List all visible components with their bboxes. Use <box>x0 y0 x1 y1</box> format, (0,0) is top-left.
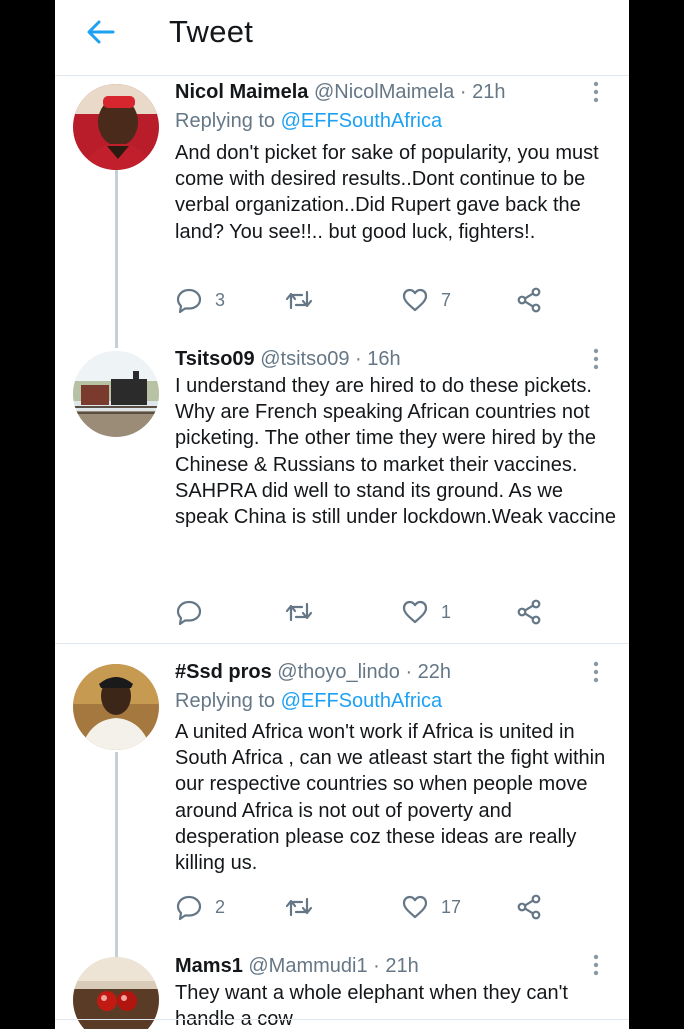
replying-to: Replying to @EFFSouthAfrica <box>175 107 442 135</box>
heart-icon <box>402 288 428 312</box>
reply-button[interactable]: 2 <box>175 892 225 922</box>
retweet-button[interactable] <box>285 597 325 627</box>
like-button[interactable]: 1 <box>401 597 451 627</box>
timestamp[interactable]: 22h <box>418 661 451 683</box>
tweet-header: #Ssd pros @thoyo_lindo · 22h <box>175 658 451 686</box>
tweet-text: And don't picket for sake of popularity,… <box>175 142 605 243</box>
heart-icon <box>402 895 428 919</box>
avatar[interactable] <box>73 664 159 750</box>
page-title: Tweet <box>169 14 254 49</box>
retweet-icon <box>285 602 313 622</box>
display-name[interactable]: Nicol Maimela <box>175 81 308 103</box>
tweet-actions: 1 <box>175 597 575 627</box>
share-icon <box>517 287 541 313</box>
display-name[interactable]: Mams1 <box>175 955 243 977</box>
top-bar: Tweet <box>55 0 629 76</box>
like-count: 1 <box>441 601 452 622</box>
thread-line <box>115 170 118 348</box>
more-vertical-icon[interactable] <box>586 953 606 977</box>
divider <box>55 643 629 644</box>
reply-icon <box>176 288 202 314</box>
tweet-actions: 2 17 <box>175 892 575 922</box>
timestamp[interactable]: 16h <box>367 348 400 370</box>
more-vertical-icon[interactable] <box>586 80 606 104</box>
avatar[interactable] <box>73 351 159 437</box>
like-count: 17 <box>441 896 462 917</box>
replying-label: Replying to <box>175 690 276 712</box>
display-name[interactable]: Tsitso09 <box>175 348 255 370</box>
username[interactable]: @NicolMaimela <box>314 81 454 103</box>
username[interactable]: @thoyo_lindo <box>277 661 400 683</box>
share-button[interactable] <box>515 892 543 922</box>
replying-mention[interactable]: @EFFSouthAfrica <box>281 110 442 132</box>
tweet-text: I understand they are hired to do these … <box>175 375 616 529</box>
thread-line <box>115 752 118 962</box>
reply-count: 2 <box>215 896 226 917</box>
username[interactable]: @Mammudi1 <box>248 955 367 977</box>
reply-icon <box>176 895 202 921</box>
arrow-left-icon[interactable] <box>83 14 119 50</box>
share-button[interactable] <box>515 285 543 315</box>
tweet-text: They want a whole elephant when they can… <box>175 982 574 1029</box>
reply-count: 3 <box>215 289 226 310</box>
share-button[interactable] <box>515 597 543 627</box>
separator-dot: · <box>355 348 362 370</box>
timestamp[interactable]: 21h <box>472 81 505 103</box>
replying-label: Replying to <box>175 110 276 132</box>
tweet-actions: 3 7 <box>175 285 575 315</box>
reply-button[interactable]: 3 <box>175 285 225 315</box>
separator-dot: · <box>405 661 413 683</box>
tweet-screen: Tweet Nicol Maimela @NicolMaimela · 21h … <box>55 0 629 1029</box>
tweet-header: Mams1 @Mammudi1 · 21h <box>175 952 419 980</box>
tweet-text: A united Africa won't work if Africa is … <box>175 721 611 875</box>
like-count: 7 <box>441 289 452 310</box>
reply-button[interactable] <box>175 597 215 627</box>
tweet-header: Tsitso09 @tsitso09 · 16h <box>175 345 401 373</box>
like-button[interactable]: 7 <box>401 285 451 315</box>
retweet-icon <box>285 290 313 310</box>
retweet-button[interactable] <box>285 285 325 315</box>
timestamp[interactable]: 21h <box>385 955 418 977</box>
bottom-border <box>55 1019 629 1020</box>
retweet-button[interactable] <box>285 892 325 922</box>
share-icon <box>517 599 541 625</box>
username[interactable]: @tsitso09 <box>260 348 349 370</box>
avatar[interactable] <box>73 84 159 170</box>
heart-icon <box>402 600 428 624</box>
like-button[interactable]: 17 <box>401 892 461 922</box>
separator-dot: · <box>459 81 467 103</box>
separator-dot: · <box>373 955 380 977</box>
tweet-header: Nicol Maimela @NicolMaimela · 21h <box>175 78 505 106</box>
replying-to: Replying to @EFFSouthAfrica <box>175 687 442 715</box>
more-vertical-icon[interactable] <box>586 347 606 371</box>
reply-icon <box>176 600 202 626</box>
replying-mention[interactable]: @EFFSouthAfrica <box>281 690 442 712</box>
more-vertical-icon[interactable] <box>586 660 606 684</box>
retweet-icon <box>285 897 313 917</box>
share-icon <box>517 894 541 920</box>
display-name[interactable]: #Ssd pros <box>175 661 272 683</box>
